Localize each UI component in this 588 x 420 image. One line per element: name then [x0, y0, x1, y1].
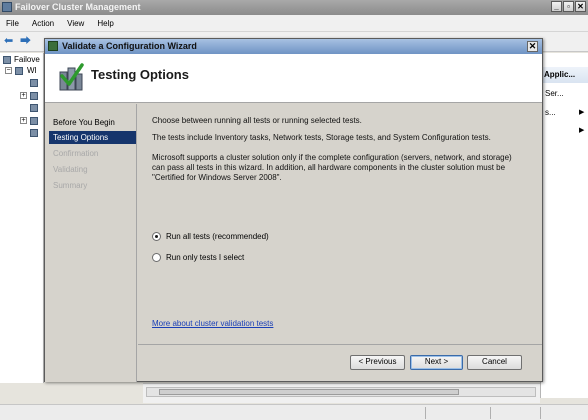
status-divider [540, 407, 541, 419]
cluster-node-icon [15, 67, 23, 75]
step-validating: Validating [53, 165, 88, 174]
support-notice-text: Microsoft supports a cluster solution on… [152, 153, 512, 182]
tree-child-label[interactable]: WI [27, 66, 37, 75]
more-about-validation-link[interactable]: More about cluster validation tests [152, 319, 273, 328]
validation-checkmark-icon [59, 63, 84, 91]
wizard-titlebar[interactable]: Validate a Configuration Wizard ✕ [45, 39, 542, 54]
menu-file[interactable]: File [6, 19, 19, 28]
actions-header[interactable]: Applic... [541, 67, 588, 83]
forward-arrow-icon[interactable]: ⮕ [20, 36, 32, 47]
tree-expand-icon[interactable]: + [20, 92, 27, 99]
wizard-steps-nav: Before You Begin Testing Options Confirm… [45, 104, 137, 382]
tree-root-label[interactable]: Failove [14, 55, 40, 64]
main-window-titlebar: Failover Cluster Management _ ▫ ✕ [0, 0, 588, 15]
menu-view[interactable]: View [67, 19, 84, 28]
tree-item-icon[interactable] [30, 79, 38, 87]
main-window-title: Failover Cluster Management [15, 2, 141, 12]
close-button[interactable]: ✕ [575, 1, 586, 12]
status-divider [490, 407, 491, 419]
run-selected-tests-label[interactable]: Run only tests I select [166, 253, 244, 262]
minimize-button[interactable]: _ [551, 1, 562, 12]
wizard-title: Validate a Configuration Wizard [62, 41, 197, 51]
wizard-header: Testing Options [45, 54, 542, 103]
actions-pane: Applic... Ser... s... ▶ ▶ [540, 53, 588, 398]
submenu-arrow-icon: ▶ [579, 109, 585, 116]
tree-expand-icon[interactable]: + [20, 117, 27, 124]
step-testing-options[interactable]: Testing Options [49, 131, 136, 144]
menu-help[interactable]: Help [97, 19, 113, 28]
step-before-you-begin[interactable]: Before You Begin [49, 116, 136, 129]
tree-collapse-icon[interactable]: − [5, 67, 12, 74]
intro-text: Choose between running all tests or runn… [152, 116, 362, 125]
wizard-icon [48, 41, 58, 51]
scrollbar-thumb[interactable] [159, 389, 459, 395]
cluster-root-icon [3, 56, 11, 64]
tree-item-icon[interactable] [30, 104, 38, 112]
status-divider [425, 407, 426, 419]
submenu-arrow-icon: ▶ [579, 127, 585, 134]
run-all-tests-label[interactable]: Run all tests (recommended) [166, 232, 269, 241]
run-all-tests-option[interactable]: Run all tests (recommended) [152, 232, 269, 241]
console-tree: Failove − WI + + [0, 53, 44, 383]
run-selected-tests-option[interactable]: Run only tests I select [152, 253, 244, 262]
step-confirmation: Confirmation [53, 149, 99, 158]
wizard-content: Choose between running all tests or runn… [138, 104, 542, 344]
tests-description-text: The tests include Inventory tasks, Netwo… [152, 133, 491, 142]
tree-item-icon[interactable] [30, 117, 38, 125]
tree-item-icon[interactable] [30, 92, 38, 100]
cluster-app-icon [2, 2, 12, 12]
menu-action[interactable]: Action [32, 19, 54, 28]
next-button[interactable]: Next > [410, 355, 463, 370]
restore-button[interactable]: ▫ [563, 1, 574, 12]
step-summary: Summary [53, 181, 88, 190]
wizard-close-button[interactable]: ✕ [527, 41, 538, 52]
wizard-page-title: Testing Options [91, 67, 189, 82]
tree-item-icon[interactable] [30, 129, 38, 137]
run-selected-tests-radio[interactable] [152, 253, 161, 262]
status-bar [0, 404, 588, 420]
footer-divider [138, 344, 542, 345]
run-all-tests-radio[interactable] [152, 232, 161, 241]
previous-button[interactable]: < Previous [350, 355, 405, 370]
action-item[interactable]: Ser... [545, 89, 579, 98]
menu-bar: File Action View Help [0, 15, 588, 32]
action-item[interactable]: s... [545, 108, 579, 117]
horizontal-scrollbar[interactable] [146, 387, 536, 397]
validate-configuration-wizard: Validate a Configuration Wizard ✕ Testin… [44, 38, 543, 382]
back-arrow-icon[interactable]: ⬅ [4, 36, 16, 47]
cancel-button[interactable]: Cancel [467, 355, 522, 370]
